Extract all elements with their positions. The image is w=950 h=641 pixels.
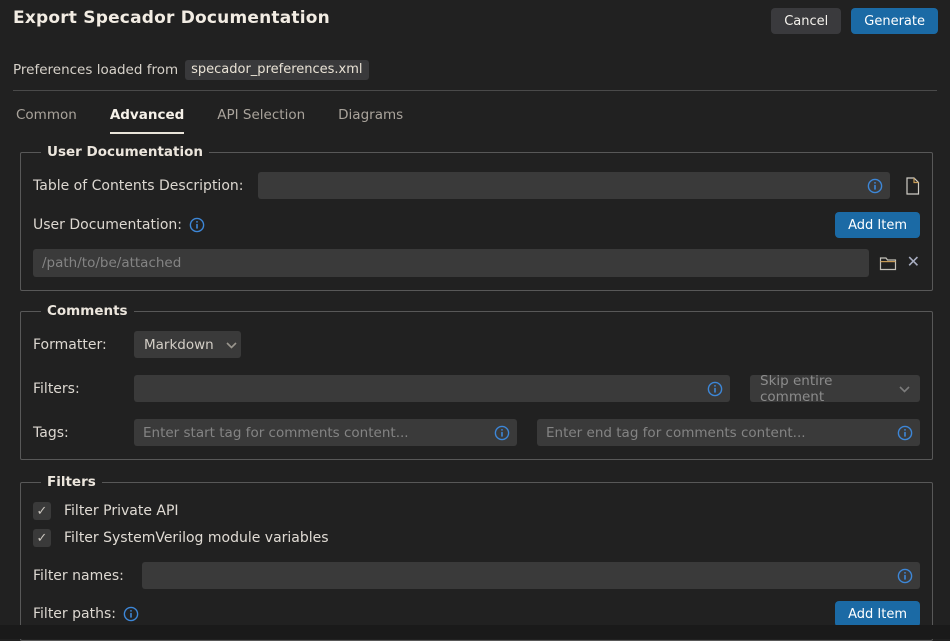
checkmark-icon: ✓ (37, 504, 48, 519)
start-tag-input[interactable] (134, 419, 517, 446)
user-doc-path-input[interactable] (33, 249, 869, 277)
filter-paths-label: Filter paths: (33, 606, 116, 622)
user-doc-label: User Documentation: (33, 217, 182, 233)
filter-names-label: Filter names: (33, 568, 142, 584)
preferences-file-chip: specador_preferences.xml (185, 60, 368, 80)
preferences-status: Preferences loaded from specador_prefere… (13, 60, 937, 80)
skip-mode-select-value: Skip entire comment (760, 373, 887, 405)
section-filters: Filters ✓ Filter Private API ✓ Filter Sy… (20, 474, 933, 641)
browse-folder-icon[interactable] (879, 256, 897, 271)
section-user-documentation: User Documentation Table of Contents Des… (20, 144, 933, 291)
section-comments: Comments Formatter: Markdown Filters: Sk… (20, 303, 933, 460)
filter-paths-add-item-button[interactable]: Add Item (835, 601, 920, 627)
toc-description-input[interactable] (258, 172, 890, 199)
page-title: Export Specador Documentation (13, 8, 330, 28)
tab-api-selection[interactable]: API Selection (217, 107, 305, 134)
info-icon[interactable] (897, 425, 913, 441)
formatter-select-value: Markdown (144, 337, 214, 353)
filter-sv-variables-checkbox[interactable]: ✓ (33, 529, 51, 547)
filter-private-api-checkbox[interactable]: ✓ (33, 502, 51, 520)
header-buttons: Cancel Generate (771, 8, 938, 34)
tags-label: Tags: (33, 425, 134, 441)
tab-bar: Common Advanced API Selection Diagrams (0, 91, 950, 134)
tab-common[interactable]: Common (16, 107, 77, 134)
info-icon[interactable] (707, 381, 723, 397)
section-user-documentation-legend: User Documentation (41, 144, 209, 160)
toc-description-label: Table of Contents Description: (33, 178, 243, 194)
preferences-status-text: Preferences loaded from (13, 62, 178, 78)
tab-advanced[interactable]: Advanced (110, 107, 184, 134)
user-doc-add-item-button[interactable]: Add Item (835, 212, 920, 238)
skip-mode-select[interactable]: Skip entire comment (750, 375, 920, 402)
chevron-down-icon (226, 337, 237, 353)
filter-names-input[interactable] (142, 562, 920, 589)
section-filters-legend: Filters (41, 474, 102, 490)
chevron-down-icon (899, 381, 910, 397)
end-tag-input[interactable] (537, 419, 920, 446)
formatter-select[interactable]: Markdown (134, 331, 241, 358)
section-comments-legend: Comments (41, 303, 134, 319)
info-icon[interactable] (867, 178, 883, 194)
browse-file-icon[interactable] (905, 177, 920, 195)
remove-item-icon[interactable]: ✕ (907, 255, 920, 271)
tab-diagrams[interactable]: Diagrams (338, 107, 403, 134)
info-icon[interactable] (897, 568, 913, 584)
cancel-button[interactable]: Cancel (771, 8, 841, 34)
formatter-label: Formatter: (33, 337, 134, 353)
dialog-header: Export Specador Documentation Cancel Gen… (0, 0, 950, 34)
filter-private-api-label: Filter Private API (64, 503, 179, 519)
comment-filters-label: Filters: (33, 381, 134, 397)
info-icon[interactable] (189, 217, 205, 233)
checkmark-icon: ✓ (37, 531, 48, 546)
filter-private-api-row: ✓ Filter Private API (33, 502, 920, 520)
info-icon[interactable] (123, 606, 139, 622)
filter-sv-variables-row: ✓ Filter SystemVerilog module variables (33, 529, 920, 547)
comment-filters-input[interactable] (134, 375, 730, 402)
bottom-strip (0, 625, 950, 639)
filter-sv-variables-label: Filter SystemVerilog module variables (64, 530, 329, 546)
info-icon[interactable] (494, 425, 510, 441)
generate-button[interactable]: Generate (851, 8, 938, 34)
